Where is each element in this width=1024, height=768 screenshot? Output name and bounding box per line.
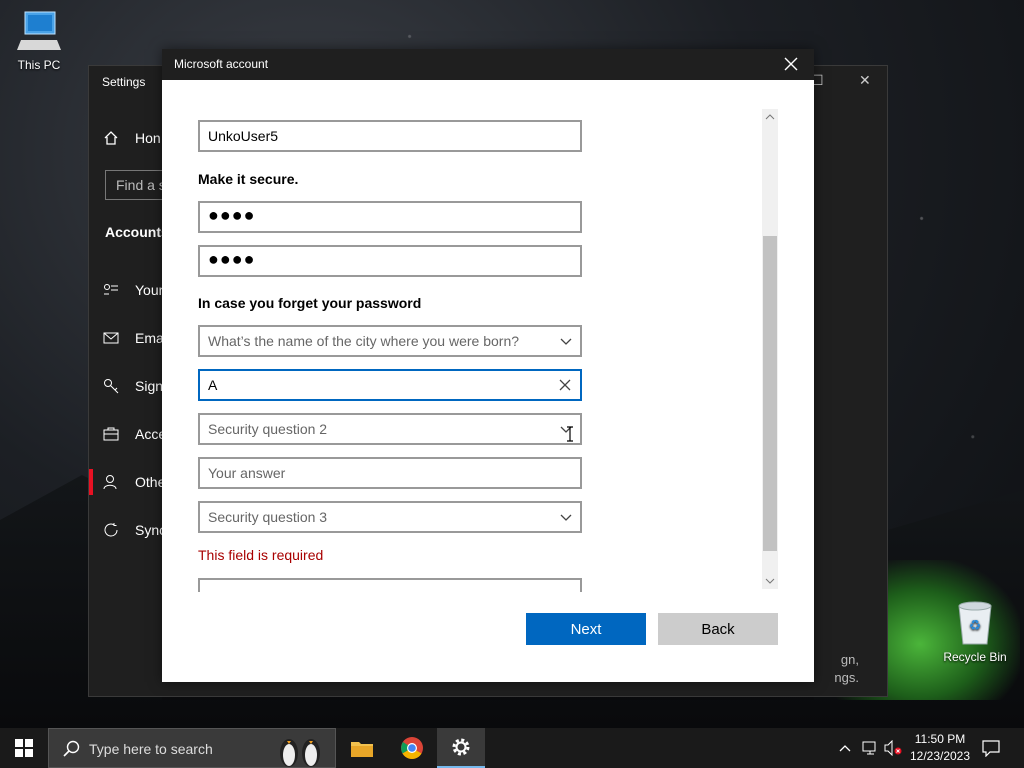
desktop-icon-this-pc[interactable]: This PC xyxy=(4,10,74,72)
file-explorer-taskbar-button[interactable] xyxy=(338,728,386,768)
error-message: This field is required xyxy=(198,547,324,563)
penguins-icon xyxy=(280,739,320,767)
settings-nav-other-users[interactable]: Othe xyxy=(103,474,165,490)
show-hidden-icons-button[interactable] xyxy=(838,728,852,768)
dialog-title: Microsoft account xyxy=(174,57,269,71)
settings-nav-home-label: Hon xyxy=(135,130,161,146)
clear-icon[interactable] xyxy=(558,378,572,392)
settings-nav-your-info[interactable]: Your xyxy=(103,282,163,298)
microsoft-account-dialog: Microsoft account UnkoUser5 Make it secu… xyxy=(162,49,814,682)
security-question-2-placeholder: Security question 2 xyxy=(208,421,328,437)
gear-icon xyxy=(452,738,470,756)
make-it-secure-heading: Make it secure. xyxy=(198,171,299,187)
settings-nav-sign-in[interactable]: Sign xyxy=(103,378,163,394)
text-cursor-icon xyxy=(567,426,573,442)
confirm-password-field[interactable]: ●●●● xyxy=(198,245,582,277)
briefcase-icon xyxy=(103,427,119,441)
desktop-icon-recycle-bin[interactable]: ♻ Recycle Bin xyxy=(940,600,1010,664)
password-field[interactable]: ●●●● xyxy=(198,201,582,233)
chevron-down-icon xyxy=(560,514,572,521)
chrome-taskbar-button[interactable] xyxy=(388,728,436,768)
settings-nav-sign-in-label: Sign xyxy=(135,378,164,394)
recycle-bin-icon: ♻ xyxy=(958,601,992,645)
key-icon xyxy=(104,379,119,394)
volume-muted-icon xyxy=(884,740,902,756)
scroll-down-icon[interactable] xyxy=(764,575,776,587)
settings-taskbar-button[interactable] xyxy=(437,728,485,768)
clock-date: 12/23/2023 xyxy=(909,749,971,763)
settings-nav-sync[interactable]: Sync xyxy=(103,522,166,538)
settings-nav-access[interactable]: Acce xyxy=(103,426,166,442)
windows-logo-icon xyxy=(15,739,33,757)
network-icon xyxy=(862,741,876,755)
settings-section-accounts: Accounts xyxy=(105,224,169,240)
dialog-titlebar: Microsoft account xyxy=(162,49,814,80)
taskbar: Type here to search 11:50 PM 12/23/2023 xyxy=(0,728,1024,768)
settings-nav-other-users-label: Othe xyxy=(135,474,166,490)
security-answer-3-input[interactable] xyxy=(198,578,582,592)
volume-tray-button[interactable] xyxy=(884,728,902,768)
scrollbar-thumb[interactable] xyxy=(763,236,777,551)
selected-indicator xyxy=(89,469,93,495)
chrome-icon xyxy=(401,737,423,759)
folder-icon xyxy=(351,742,373,757)
chevron-up-icon xyxy=(839,745,851,752)
clock-time: 11:50 PM xyxy=(914,732,966,746)
home-icon xyxy=(104,131,118,145)
security-question-3-select[interactable]: Security question 3 xyxy=(198,501,582,533)
svg-text:♻: ♻ xyxy=(969,618,982,634)
system-clock[interactable]: 11:50 PM 12/23/2023 xyxy=(902,731,978,765)
network-tray-button[interactable] xyxy=(862,728,880,768)
security-question-2-select[interactable]: Security question 2 xyxy=(198,413,582,445)
mail-icon xyxy=(103,332,119,344)
close-icon[interactable] xyxy=(782,55,800,73)
close-icon[interactable]: ✕ xyxy=(859,72,871,89)
chevron-down-icon xyxy=(560,338,572,345)
person-add-icon xyxy=(103,475,117,490)
search-icon xyxy=(63,740,80,757)
next-button[interactable]: Next xyxy=(526,613,646,645)
back-button[interactable]: Back xyxy=(658,613,778,645)
start-button[interactable] xyxy=(0,728,48,768)
recycle-bin-label: Recycle Bin xyxy=(943,650,1007,664)
settings-nav-email-label: Ema xyxy=(135,330,164,346)
forgot-password-heading: In case you forget your password xyxy=(198,295,422,311)
scroll-up-icon[interactable] xyxy=(764,111,776,123)
security-answer-1-value: A xyxy=(208,377,218,393)
settings-nav-your-info-label: Your xyxy=(135,282,164,298)
settings-title: Settings xyxy=(102,75,146,89)
computer-icon xyxy=(17,11,61,50)
taskbar-search-box[interactable]: Type here to search xyxy=(48,728,336,768)
sync-icon xyxy=(104,523,118,537)
settings-nav-home[interactable]: Hon xyxy=(103,130,161,146)
security-question-3-placeholder: Security question 3 xyxy=(208,509,328,525)
settings-nav-email[interactable]: Ema xyxy=(103,330,164,346)
this-pc-label: This PC xyxy=(17,58,61,72)
person-list-icon xyxy=(104,284,118,295)
security-answer-1-input[interactable]: A xyxy=(198,369,582,401)
username-field[interactable]: UnkoUser5 xyxy=(198,120,582,152)
action-center-button[interactable] xyxy=(982,728,1000,768)
security-question-1-select[interactable]: What’s the name of the city where you we… xyxy=(198,325,582,357)
security-question-1-value: What’s the name of the city where you we… xyxy=(208,333,520,349)
security-answer-2-input[interactable]: Your answer xyxy=(198,457,582,489)
notification-icon xyxy=(982,740,1000,757)
search-placeholder: Type here to search xyxy=(89,741,213,757)
